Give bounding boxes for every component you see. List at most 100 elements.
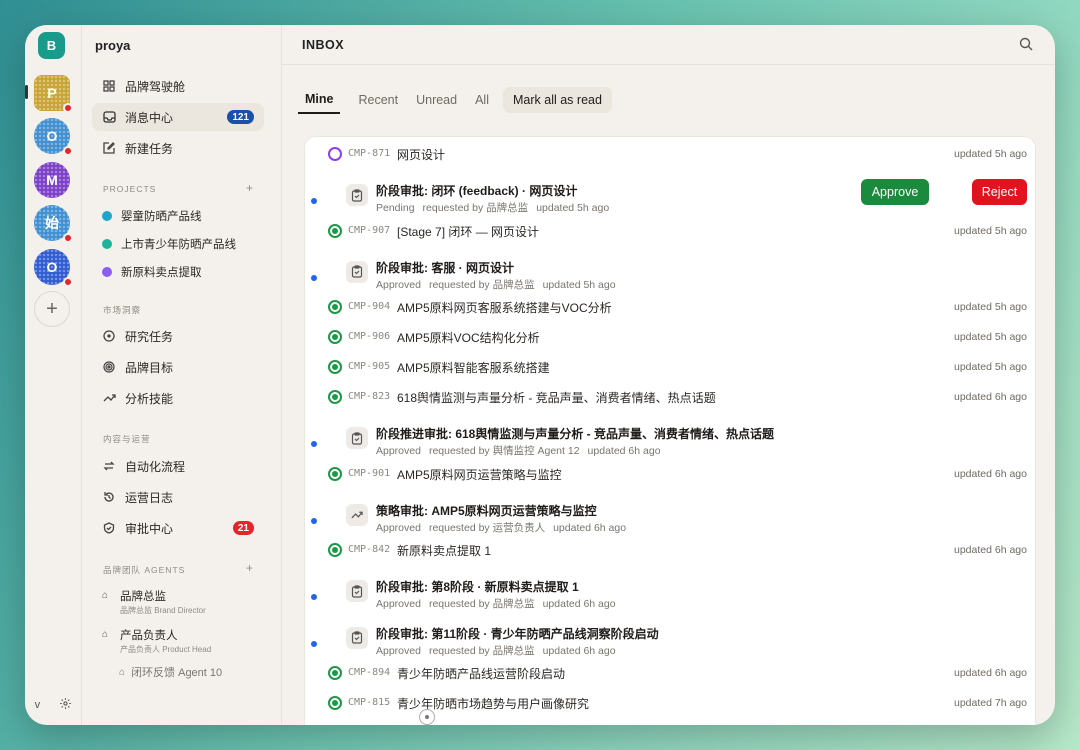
workspace-initial: O: [46, 259, 58, 275]
issue-row[interactable]: CMP-904 AMP5原料网页客服系统搭建与VOC分析 updated 5h ag…: [305, 298, 1035, 318]
status-done-icon: [328, 390, 342, 404]
agent-item[interactable]: ⌂ 产品负责人 产品负责人 Product Head: [102, 627, 211, 655]
alert-dot: [63, 233, 73, 243]
workspace-avatar[interactable]: 始: [34, 205, 73, 243]
approval-title: 阶段审批: 闭环 (feedback) · 网页设计: [376, 184, 578, 198]
workspace-avatar[interactable]: O: [34, 118, 73, 156]
approval-title: 阶段推进审批: 618舆情监测与声量分析 - 竞品声量、消费者情绪、热点话题: [376, 427, 775, 441]
updated-time: updated 5h ago: [954, 301, 1027, 313]
nav-automation[interactable]: 自动化流程: [92, 452, 264, 480]
reject-button[interactable]: Reject: [972, 179, 1027, 205]
mark-all-read-button[interactable]: Mark all as read: [503, 87, 612, 113]
approval-row[interactable]: 阶段审批: 闭环 (feedback) · 网页设计 Pending request…: [305, 179, 1035, 218]
nav-ops-log[interactable]: 运营日志: [92, 483, 264, 511]
status-done-icon: [328, 666, 342, 680]
shield-icon: [102, 521, 116, 535]
clipboard-icon: [346, 580, 368, 602]
updated-time: updated 5h ago: [954, 224, 1027, 237]
edit-icon: [102, 141, 116, 155]
updated-time: updated 6h ago: [954, 667, 1027, 679]
nav-approval-center[interactable]: 审批中心 21: [92, 514, 264, 542]
approval-row[interactable]: 阶段推进审批: 618舆情监测与声量分析 - 竞品声量、消费者情绪、热点话题 Ap…: [305, 425, 1035, 461]
unread-dot: [311, 640, 317, 647]
approval-updated: updated 6h ago: [542, 644, 616, 657]
approval-updated: updated 5h ago: [536, 202, 610, 214]
alert-dot: [63, 277, 73, 287]
workspace-initial: O: [46, 128, 58, 144]
inbox-list: CMP-871 网页设计 updated 5h ago 阶段审批: 闭环 (feedb…: [304, 136, 1036, 725]
nav-analysis-skills[interactable]: 分析技能: [92, 384, 264, 412]
issue-title: [Stage 7] 闭环 — 网页设计: [397, 224, 540, 239]
tab-all[interactable]: All: [475, 93, 489, 114]
alert-dot: [63, 146, 73, 156]
issue-row[interactable]: CMP-823 618舆情监测与声量分析 - 竞品声量、消费者情绪、热点话题 upd…: [305, 388, 1035, 408]
project-item[interactable]: 新原料卖点提取: [102, 264, 202, 280]
issue-title: 新原料卖点提取 1: [397, 544, 492, 558]
workspace-initial: M: [46, 172, 58, 188]
status-done-icon: [328, 543, 342, 557]
status-done-icon: [328, 466, 342, 481]
search-icon[interactable]: [1019, 37, 1033, 51]
workspace-avatar[interactable]: O: [34, 249, 73, 287]
market-header: 市场洞察: [103, 305, 142, 315]
project-item[interactable]: 婴童防晒产品线: [102, 208, 202, 224]
workspace-initial: 始: [45, 215, 59, 231]
approval-meta: Approved requested by 品牌总监 updated 6h ago: [376, 643, 624, 658]
issue-title: 网页设计: [397, 148, 446, 162]
approval-meta: Approved requested by 舆情监控 Agent 12 update…: [376, 443, 669, 458]
tab-recent[interactable]: Recent: [358, 93, 398, 114]
add-project-button[interactable]: +: [246, 181, 253, 195]
agent-child-item[interactable]: ⌂ 闭环反馈 Agent 10: [119, 664, 222, 680]
issue-row[interactable]: CMP-901 AMP5原料网页运营策略与监控 updated 6h ago: [305, 465, 1035, 485]
settings-icon[interactable]: [59, 697, 72, 713]
approve-button[interactable]: Approve: [861, 179, 929, 205]
workspace-avatar[interactable]: M: [34, 162, 70, 198]
updated-time: updated 6h ago: [954, 544, 1027, 556]
nav-research-tasks[interactable]: 研究任务: [92, 322, 264, 350]
approval-row[interactable]: 阶段审批: 客服 · 网页设计 Approved requested by 品牌总监…: [305, 259, 1035, 295]
nav-brand-cockpit[interactable]: 品牌驾驶舱: [92, 72, 264, 100]
add-workspace-button[interactable]: +: [34, 291, 70, 327]
tab-unread[interactable]: Unread: [416, 93, 457, 114]
issue-title: AMP5原料VOC结构化分析: [397, 331, 540, 345]
nav-label: 品牌目标: [125, 360, 174, 375]
nav-label: 自动化流程: [125, 459, 186, 474]
robot-icon: ⌂: [119, 666, 126, 678]
issue-row[interactable]: CMP-907 [Stage 7] 闭环 — 网页设计 updated 5h ago: [305, 222, 1035, 242]
workspace-avatar[interactable]: P: [34, 75, 73, 113]
issue-row[interactable]: CMP-871 网页设计 updated 5h ago: [305, 145, 1035, 165]
issue-row[interactable]: CMP-894 青少年防晒产品线运营阶段启动 updated 6h ago: [305, 664, 1035, 684]
project-item[interactable]: 上市青少年防晒产品线: [102, 236, 236, 252]
approval-count-badge: 21: [232, 521, 254, 535]
approval-row[interactable]: 阶段审批: 第8阶段 · 新原料卖点提取 1 Approved requested …: [305, 578, 1035, 614]
updated-time: updated 5h ago: [954, 361, 1027, 373]
agent-item[interactable]: ⌂ 品牌总监 品牌总监 Brand Director: [102, 588, 206, 616]
org-name[interactable]: proya: [95, 38, 130, 53]
issue-row[interactable]: CMP-842 新原料卖点提取 1 updated 6h ago: [305, 541, 1035, 561]
issue-row[interactable]: CMP-905 AMP5原料智能客服系统搭建 updated 5h ago: [305, 358, 1035, 378]
topbar: INBOX: [282, 25, 1055, 65]
tab-mine[interactable]: Mine: [298, 92, 341, 114]
clipboard-icon: [346, 260, 368, 283]
bullseye-icon: [102, 360, 116, 374]
nav-new-task[interactable]: 新建任务: [92, 134, 264, 162]
approval-title: 阶段审批: 客服 · 网页设计: [376, 260, 514, 275]
approval-title: 阶段审批: 第11阶段 · 青少年防晒产品线洞察阶段启动: [376, 626, 659, 641]
target-icon: [102, 329, 116, 343]
approval-row[interactable]: 策略审批: AMP5原料网页运营策略与监控 Approved requested b…: [305, 502, 1035, 538]
nav-message-center[interactable]: 消息中心 121: [92, 103, 264, 131]
status-done-icon: [328, 330, 342, 344]
approval-row[interactable]: 阶段审批: 第11阶段 · 青少年防晒产品线洞察阶段启动 Approved requ…: [305, 625, 1035, 661]
issue-row[interactable]: CMP-815 青少年防晒市场趋势与用户画像研究 updated 7h ago: [305, 694, 1035, 714]
scroll-indicator[interactable]: [419, 709, 435, 725]
issue-id: CMP-906: [348, 331, 391, 342]
workspace-main-avatar[interactable]: B: [38, 32, 65, 59]
issue-row[interactable]: CMP-906 AMP5原料VOC结构化分析 updated 5h ago: [305, 328, 1035, 348]
approval-updated: updated 6h ago: [587, 445, 661, 457]
clipboard-icon: [346, 427, 368, 449]
add-agent-button[interactable]: +: [246, 561, 253, 575]
issue-id: CMP-894: [348, 667, 391, 678]
nav-brand-goals[interactable]: 品牌目标: [92, 353, 264, 381]
approval-meta: Approved requested by 品牌总监 updated 6h ago: [376, 596, 624, 611]
nav-label: 审批中心: [125, 521, 174, 536]
